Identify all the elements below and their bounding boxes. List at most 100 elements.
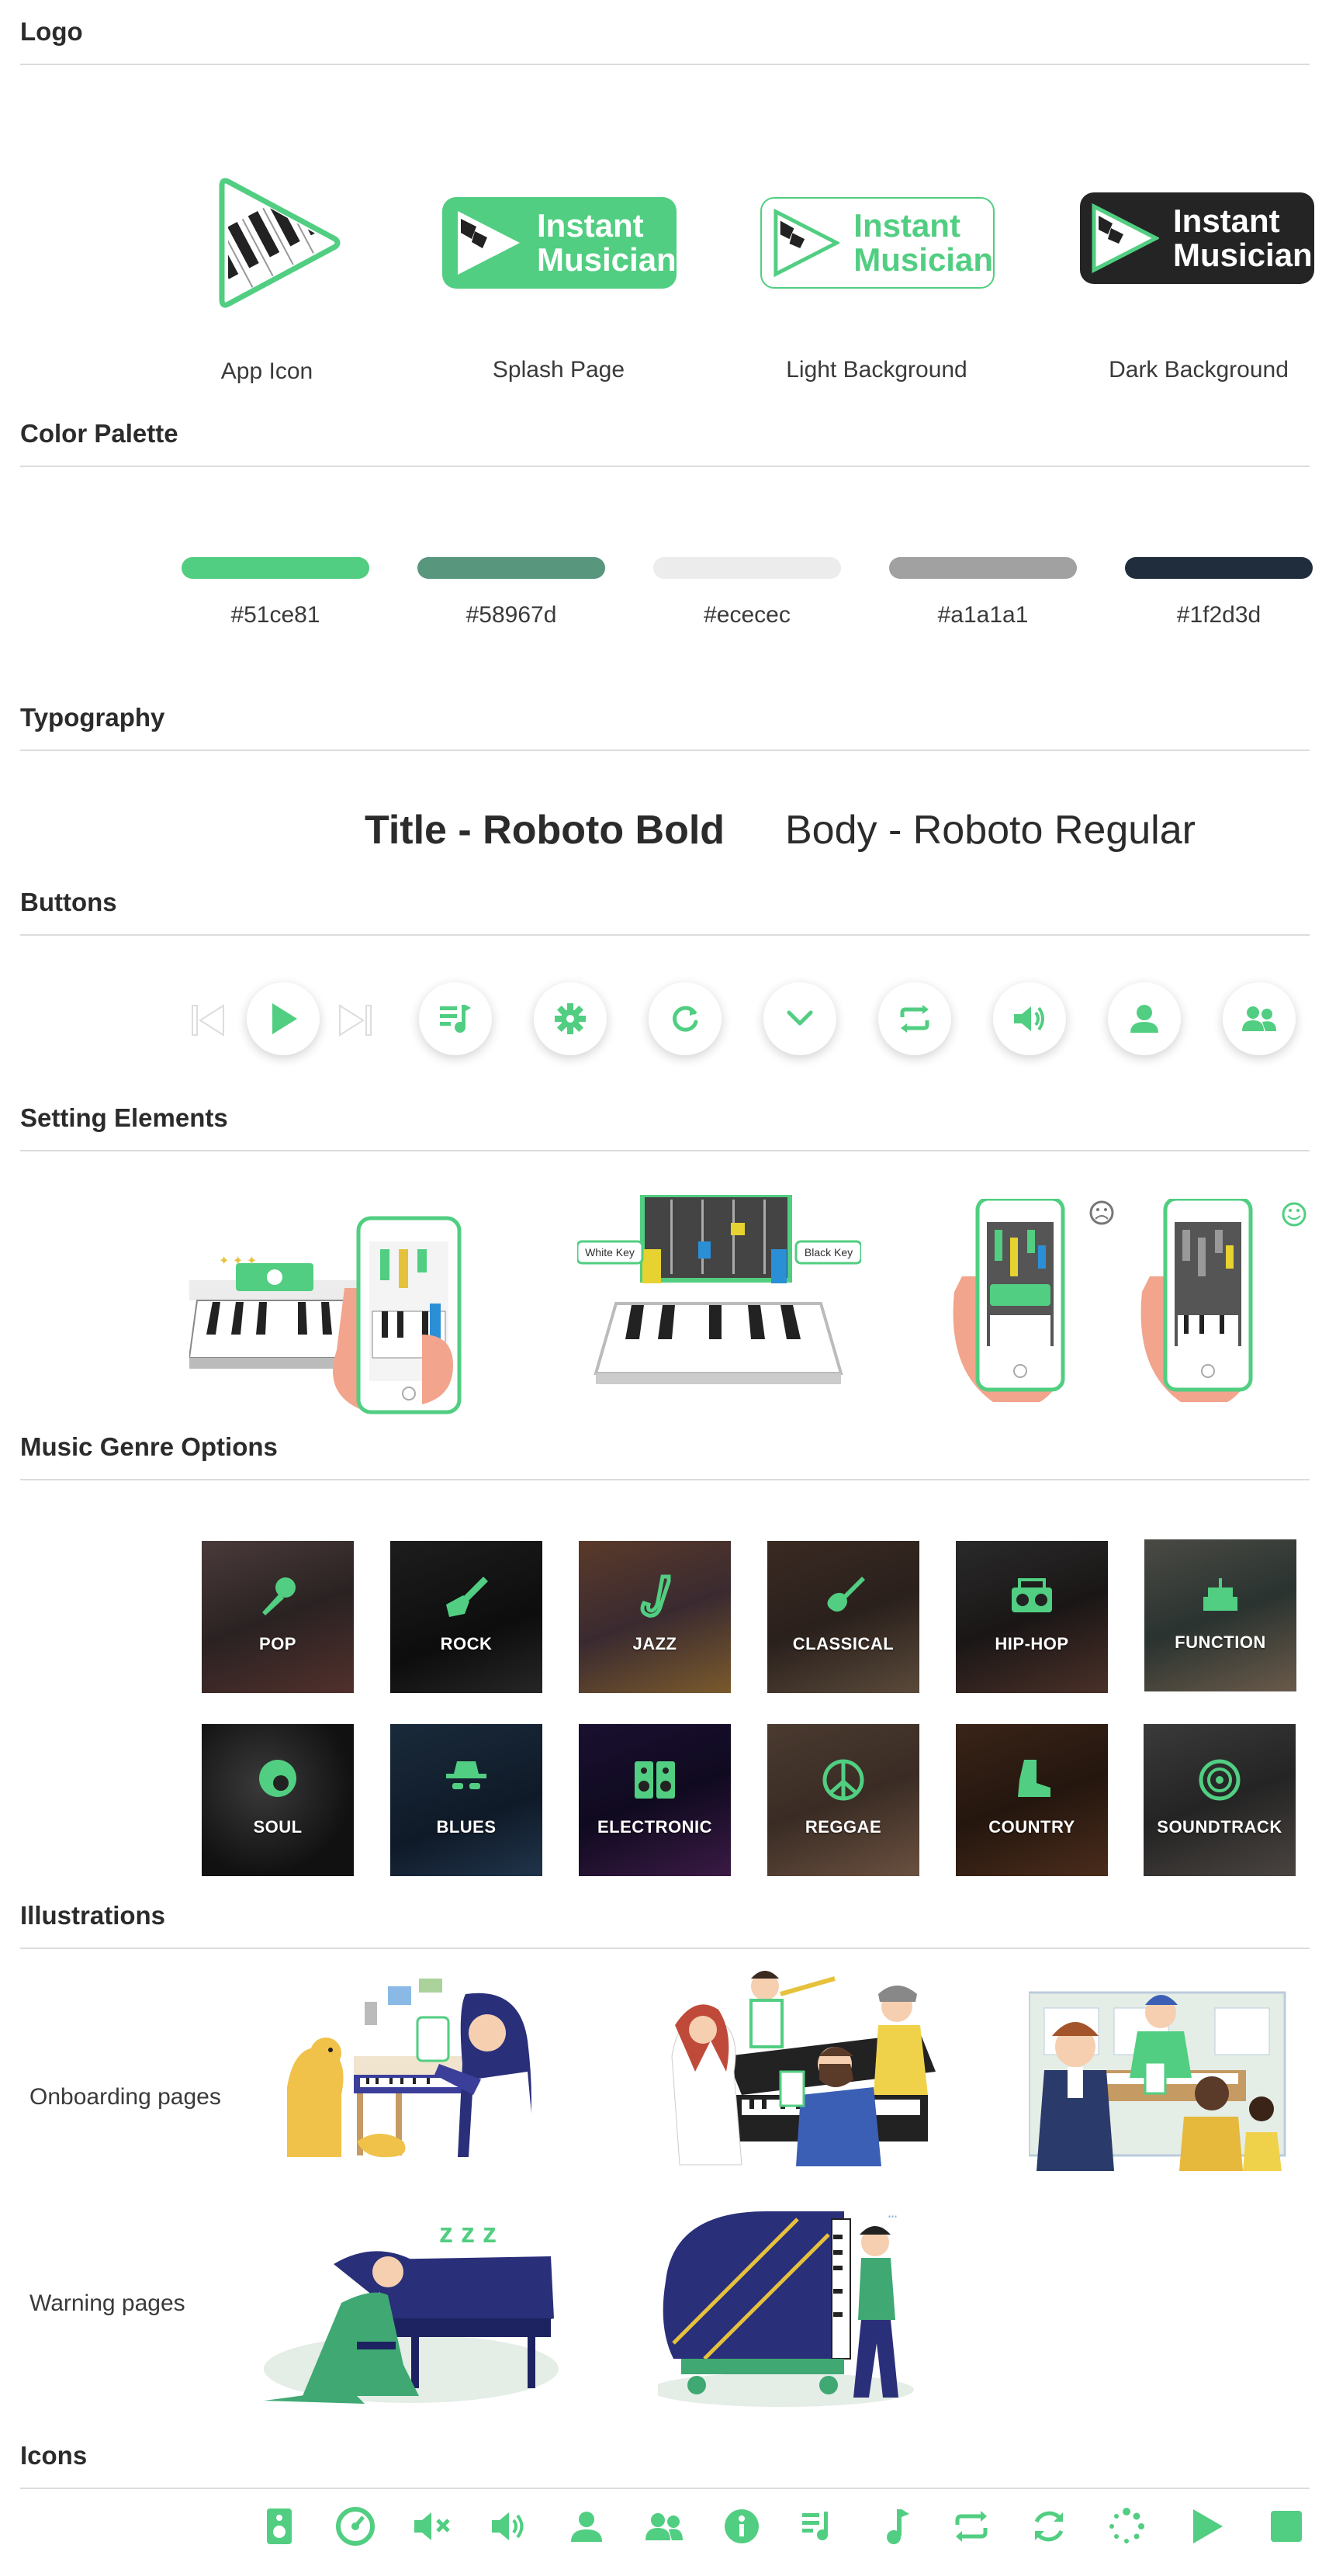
volume-icon <box>489 2505 532 2548</box>
setting-illustration-piano-phone: ✦ ✦ ✦ <box>188 1195 484 1420</box>
genre-label: POP <box>259 1634 296 1653</box>
user-icon <box>565 2505 608 2548</box>
electric-guitar-icon <box>446 1577 488 1617</box>
genre-soundtrack-tile[interactable]: SOUNDTRACK <box>1144 1724 1296 1876</box>
genre-reggae-tile[interactable]: REGGAE <box>767 1724 919 1876</box>
saxophone-icon <box>640 1574 671 1618</box>
speakers-icon <box>635 1761 675 1799</box>
white-key-label: White Key <box>585 1246 635 1259</box>
color-hex-4: #a1a1a1 <box>937 602 1029 628</box>
genre-soul-tile[interactable]: SOUL <box>202 1724 354 1876</box>
repeat-icon <box>900 1005 929 1033</box>
brand-line-1: Instant <box>1173 203 1280 239</box>
loading-spinner-icon <box>1105 2505 1148 2548</box>
genre-label: SOUNDTRACK <box>1157 1817 1282 1837</box>
mute-icon <box>411 2505 455 2548</box>
app-icon-logo <box>219 177 343 309</box>
genre-label: REGGAE <box>805 1817 882 1837</box>
genre-label: COUNTRY <box>988 1817 1075 1837</box>
genre-electronic-tile[interactable]: ELECTRONIC <box>579 1724 731 1876</box>
warning-illustration-sleeping-pianist: z z z <box>256 2210 559 2408</box>
play-piano-mark-icon <box>774 208 840 278</box>
setting-illustration-happy-phone <box>1134 1196 1317 1408</box>
color-swatch-4 <box>889 557 1077 579</box>
color-hex-3: #ececec <box>704 602 791 628</box>
section-title-icons: Icons <box>20 2441 88 2470</box>
chevron-down-icon <box>787 1010 813 1026</box>
users-icon <box>1242 1006 1276 1031</box>
color-swatch-5 <box>1125 557 1313 579</box>
black-key-label: Black Key <box>805 1246 853 1259</box>
genre-country-tile[interactable]: COUNTRY <box>956 1724 1108 1876</box>
splash-logo: Instant Musician <box>442 197 677 289</box>
brand-line-1: Instant <box>853 207 960 244</box>
warning-illustration-moving-piano: ⵈ <box>650 2204 929 2410</box>
svg-text:✦ ✦ ✦: ✦ ✦ ✦ <box>219 1255 257 1268</box>
section-title-logo: Logo <box>20 17 83 46</box>
color-swatch-3 <box>653 557 841 579</box>
user-icon <box>1130 1005 1158 1033</box>
play-piano-mark-icon <box>458 211 520 275</box>
onboarding-illustration-dog-piano <box>279 1979 559 2165</box>
genre-blues-tile[interactable]: BLUES <box>390 1724 542 1876</box>
playlist-button[interactable] <box>419 982 492 1055</box>
divider <box>20 750 1310 751</box>
divider <box>20 1948 1310 1949</box>
peace-icon <box>822 1759 864 1801</box>
light-background-logo: Instant Musician <box>760 197 995 289</box>
genre-rock-tile[interactable]: ROCK <box>390 1541 542 1693</box>
stop-icon <box>1265 2505 1308 2548</box>
genre-label: HIP-HOP <box>995 1634 1069 1653</box>
genre-label: JAZZ <box>632 1634 677 1653</box>
group-button[interactable] <box>1223 982 1296 1055</box>
repeat-icon <box>950 2505 993 2548</box>
hat-sunglasses-icon <box>446 1761 486 1789</box>
onboarding-pages-label: Onboarding pages <box>29 2084 221 2110</box>
skip-previous-icon <box>192 1004 224 1037</box>
violin-icon <box>827 1577 865 1612</box>
svg-text:ⵈ: ⵈ <box>888 2209 898 2226</box>
boombox-icon <box>1012 1578 1052 1612</box>
color-hex-2: #58967d <box>465 602 557 628</box>
genre-function-tile[interactable]: FUNCTION <box>1144 1539 1296 1691</box>
logo-caption-dark: Dark Background <box>1109 357 1289 383</box>
onboarding-illustration-family-train <box>1027 1977 1293 2171</box>
section-title-buttons: Buttons <box>20 888 117 916</box>
section-title-color-palette: Color Palette <box>20 419 178 448</box>
genre-pop-tile[interactable]: POP <box>202 1541 354 1693</box>
divider <box>20 64 1310 65</box>
dark-background-logo: Instant Musician <box>1080 192 1314 284</box>
section-title-illustrations: Illustrations <box>20 1901 166 1930</box>
play-piano-mark-icon <box>1092 203 1159 273</box>
color-hex-1: #51ce81 <box>230 602 320 628</box>
play-icon <box>1185 2505 1229 2548</box>
refresh-icon <box>673 1006 698 1032</box>
sync-icon <box>1027 2505 1071 2548</box>
volume-button[interactable] <box>993 982 1066 1055</box>
speaker-icon <box>258 2505 301 2548</box>
typography-title-sample: Title - Roboto Bold <box>365 808 725 853</box>
profile-button[interactable] <box>1108 982 1181 1055</box>
genre-jazz-tile[interactable]: JAZZ <box>579 1541 731 1693</box>
section-title-music-genres: Music Genre Options <box>20 1432 278 1461</box>
skip-next-button[interactable] <box>335 1001 374 1040</box>
skip-previous-button[interactable] <box>189 1001 228 1040</box>
repeat-button[interactable] <box>878 982 951 1055</box>
setting-illustration-key-mapping: White Key Black Key <box>576 1193 863 1389</box>
genre-hiphop-tile[interactable]: HIP-HOP <box>956 1541 1108 1693</box>
genre-label: BLUES <box>436 1817 497 1837</box>
genre-label: CLASSICAL <box>792 1634 895 1653</box>
genre-classical-tile[interactable]: CLASSICAL <box>767 1541 919 1693</box>
metronome-dial-icon <box>334 2505 377 2548</box>
typography-body-sample: Body - Roboto Regular <box>785 808 1196 853</box>
brand-line-2: Musician <box>853 241 993 278</box>
play-button[interactable] <box>247 982 320 1055</box>
refresh-button[interactable] <box>649 982 722 1055</box>
microphone-icon <box>262 1577 296 1615</box>
expand-button[interactable] <box>763 982 836 1055</box>
color-swatch-2 <box>417 557 605 579</box>
divider <box>20 466 1310 467</box>
vinyl-record-icon <box>1199 1759 1241 1801</box>
divider <box>20 1150 1310 1151</box>
settings-button[interactable] <box>534 982 607 1055</box>
